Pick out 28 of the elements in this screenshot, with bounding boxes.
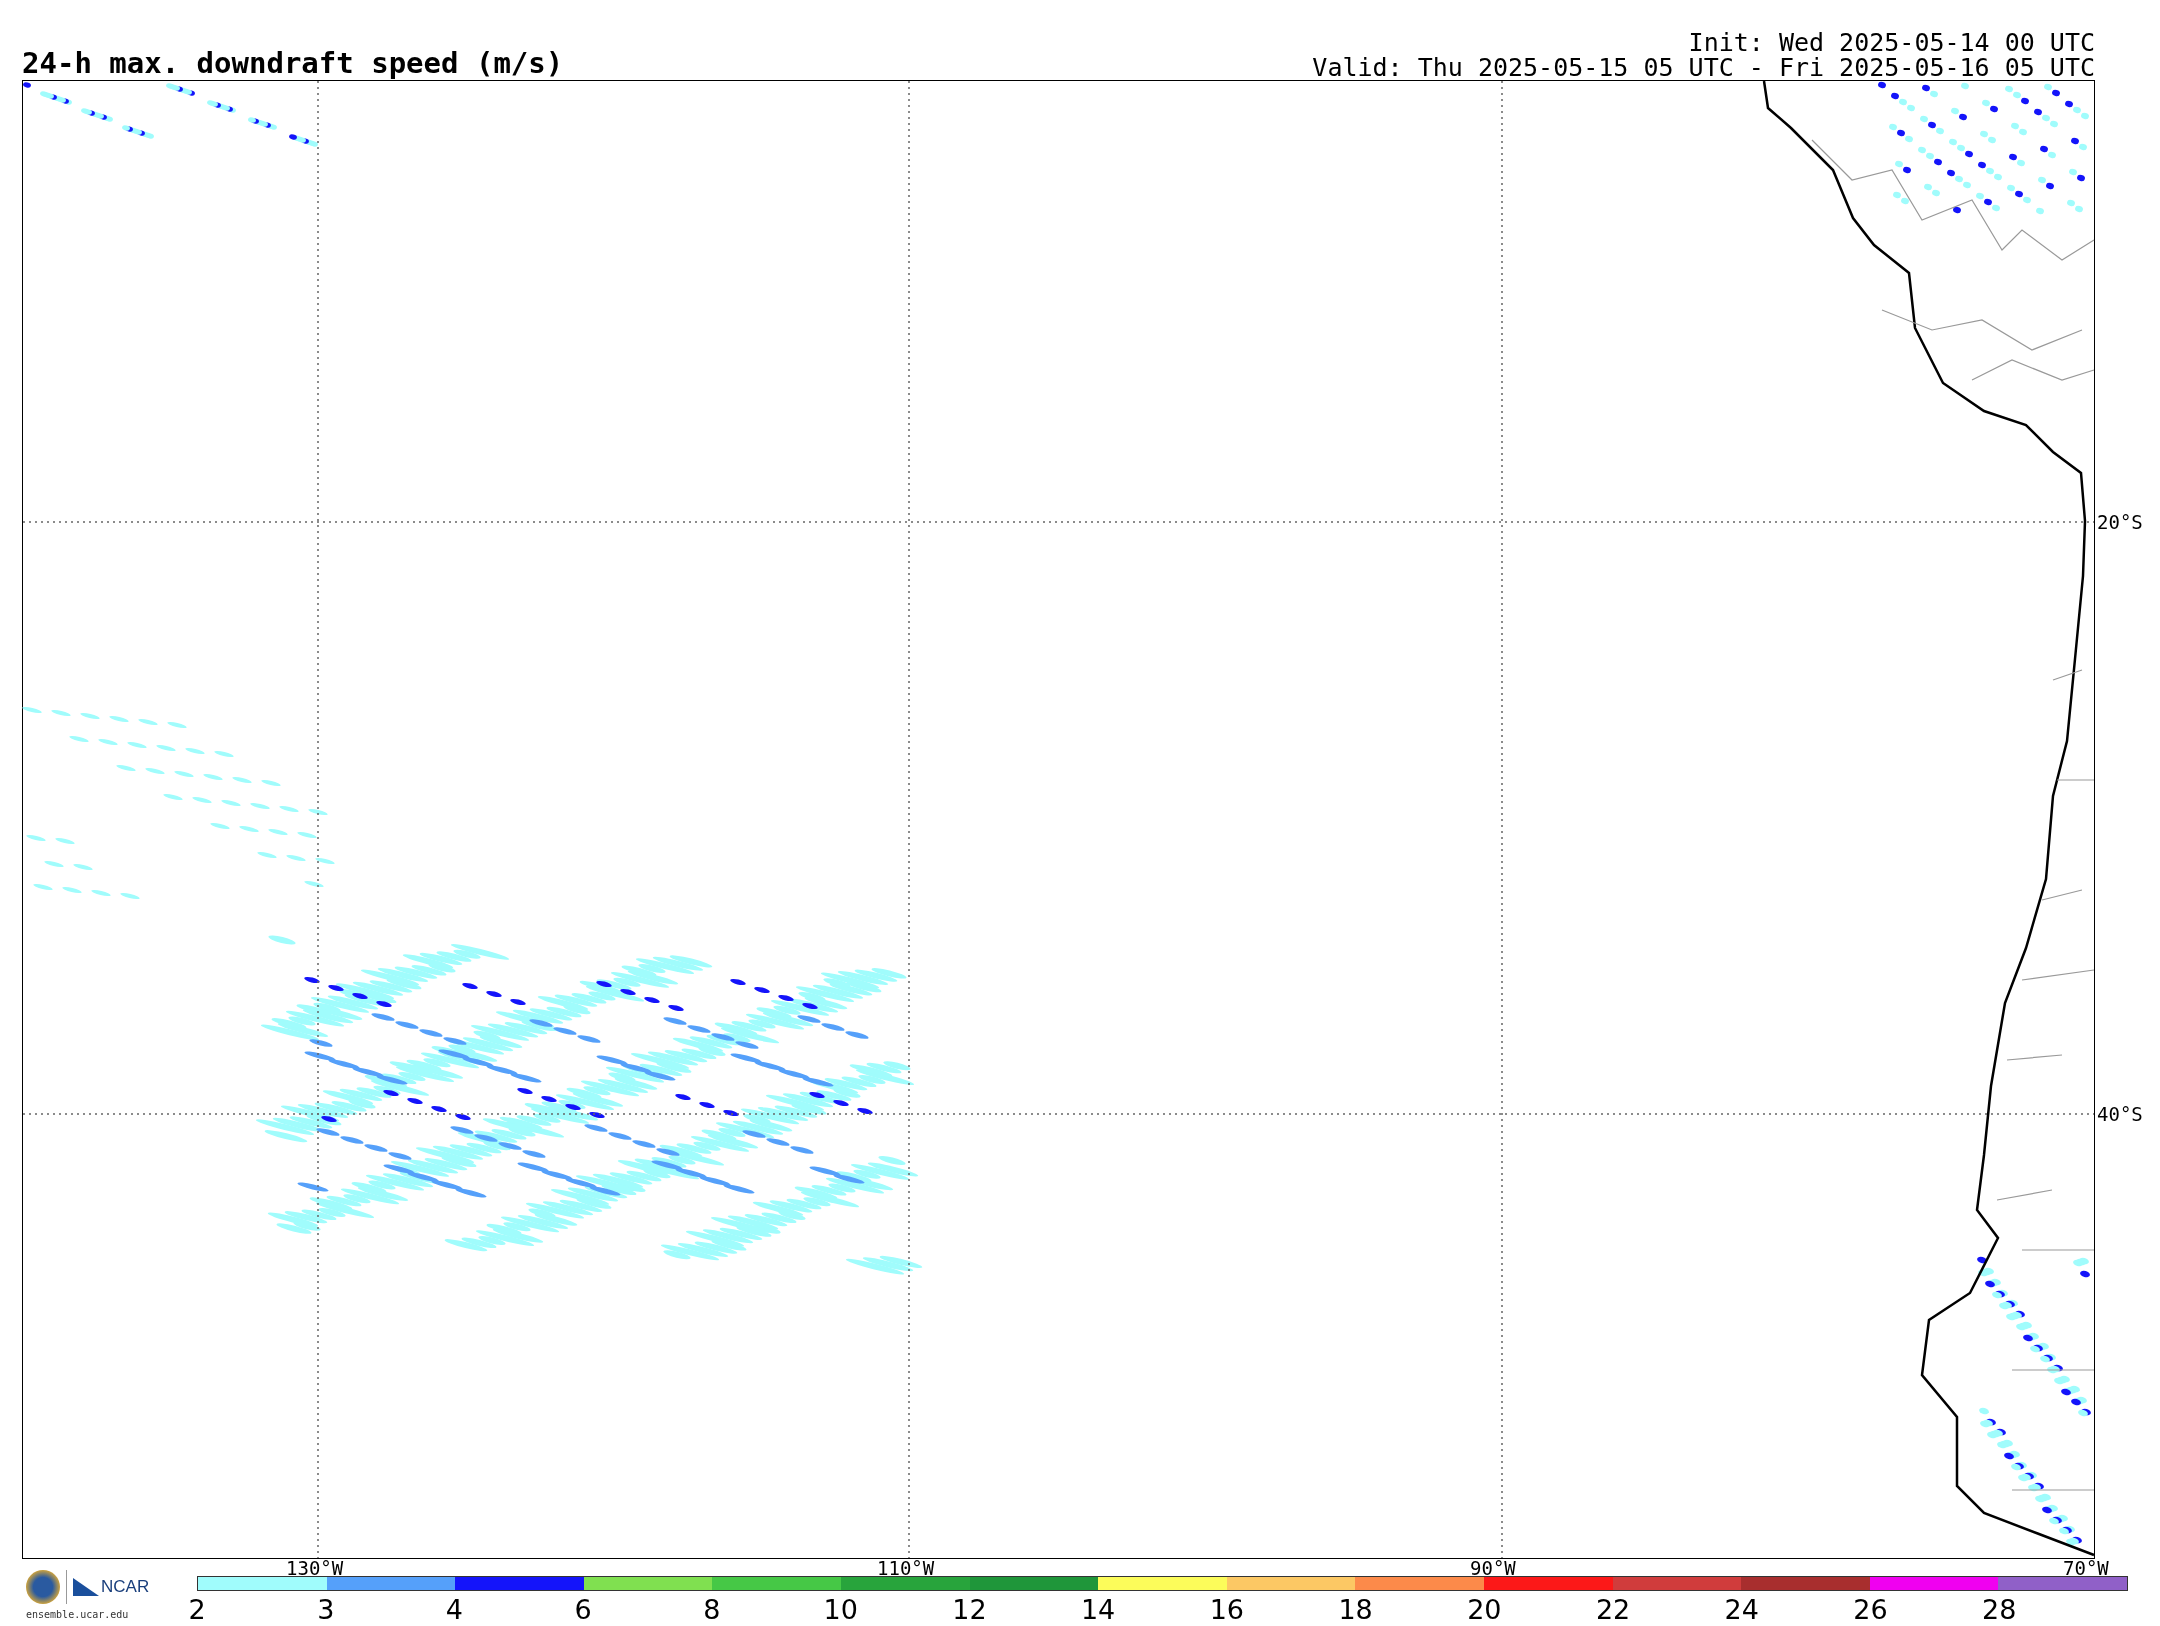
longitude-label: 70°W — [2063, 1557, 2109, 1579]
scale-value: 20 — [1467, 1594, 1502, 1626]
scale-value: 16 — [1209, 1594, 1245, 1626]
scale-value: 22 — [1595, 1594, 1631, 1626]
chart-title: 24-h max. downdraft speed (m/s) — [22, 46, 564, 80]
scale-value: 14 — [1080, 1594, 1116, 1626]
scale-value: 28 — [1982, 1594, 2017, 1626]
scale-value: 24 — [1724, 1594, 1759, 1626]
flag-logo-icon — [73, 1578, 99, 1596]
scale-value: 12 — [952, 1594, 987, 1626]
seal-logo-icon — [26, 1570, 60, 1604]
longitude-label: 110°W — [877, 1557, 935, 1579]
longitude-label: 130°W — [286, 1557, 344, 1579]
scale-value: 4 — [445, 1594, 464, 1626]
longitude-label: 90°W — [1470, 1557, 1516, 1579]
latitude-label: 40°S — [2097, 1103, 2143, 1125]
init-time: Init: Wed 2025-05-14 00 UTC — [1688, 30, 2095, 55]
logo-text: NCAR — [101, 1577, 150, 1597]
website-url: ensemble.ucar.edu — [26, 1609, 130, 1620]
scale-value: 6 — [574, 1594, 592, 1626]
scale-value: 26 — [1853, 1594, 1888, 1626]
scale-value: 3 — [317, 1594, 335, 1626]
scale-value: 2 — [188, 1594, 206, 1626]
scale-value: 10 — [823, 1594, 858, 1626]
scale-value: 18 — [1338, 1594, 1373, 1626]
latitude-label: 20°S — [2097, 511, 2143, 533]
scale-value: 8 — [703, 1594, 721, 1626]
valid-period: Valid: Thu 2025-05-15 05 UTC - Fri 2025-05-16 05 UTC — [1312, 55, 2095, 80]
